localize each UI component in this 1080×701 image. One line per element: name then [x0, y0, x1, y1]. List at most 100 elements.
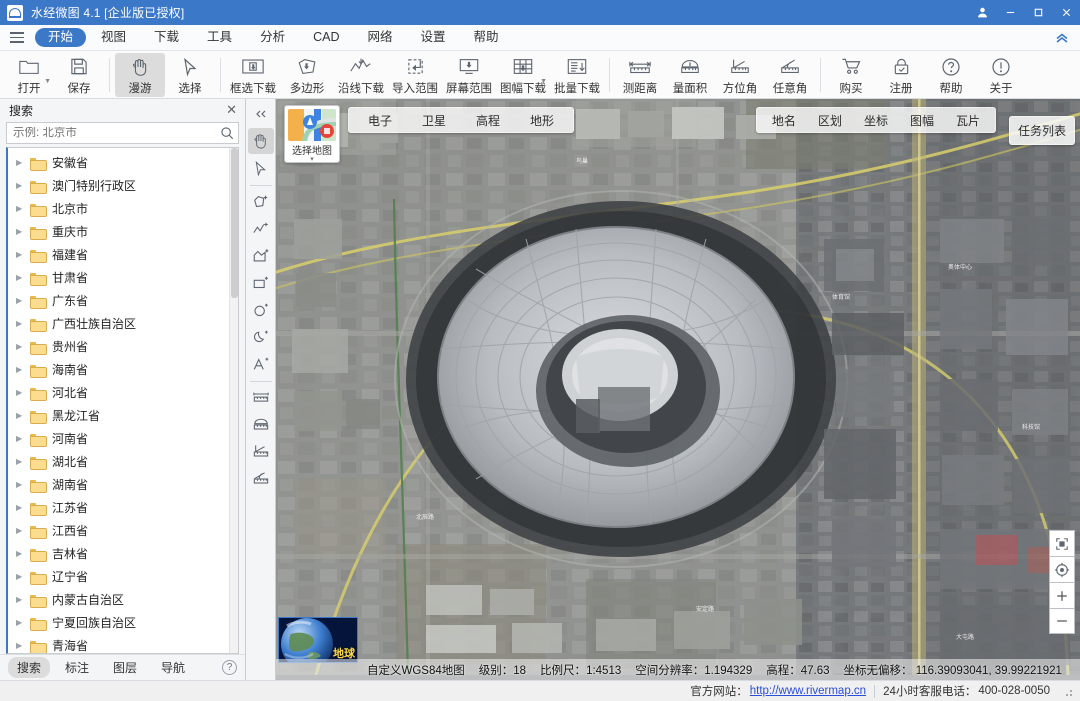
toolbar-buy-button[interactable]: 购买 [826, 53, 876, 97]
tab-search[interactable]: 搜索 [8, 657, 51, 678]
tab-coordinates[interactable]: 坐标 [853, 109, 899, 132]
expand-arrow-icon[interactable]: ▶ [16, 227, 30, 236]
expand-arrow-icon[interactable]: ▶ [16, 549, 30, 558]
tree-item[interactable]: ▶ 广西壮族自治区 [8, 312, 238, 335]
add-polygon-icon[interactable] [248, 189, 274, 215]
search-icon[interactable] [220, 126, 234, 140]
toolbar-angle-button[interactable]: 任意角 [765, 53, 815, 97]
tree-item[interactable]: ▶ 甘肃省 [8, 266, 238, 289]
add-arc-icon[interactable] [248, 324, 274, 350]
menu-item-view[interactable]: 视图 [88, 28, 139, 47]
expand-arrow-icon[interactable]: ▶ [16, 273, 30, 282]
expand-arrow-icon[interactable]: ▶ [16, 618, 30, 627]
tree-item[interactable]: ▶ 安徽省 [8, 151, 238, 174]
tree-item[interactable]: ▶ 宁夏回族自治区 [8, 611, 238, 634]
toolbar-measure-distance-button[interactable]: 测距离 [615, 53, 665, 97]
tree-item[interactable]: ▶ 江西省 [8, 519, 238, 542]
toolbar-save-button[interactable]: 保存 [54, 53, 104, 97]
add-circle-icon[interactable] [248, 297, 274, 323]
resize-grip-icon[interactable] [1062, 686, 1072, 696]
expand-arrow-icon[interactable]: ▶ [16, 388, 30, 397]
tree-item[interactable]: ▶ 湖北省 [8, 450, 238, 473]
satellite-imagery[interactable]: 鸟巢 体育馆 奥体中心 科技馆 安定路 北辰路 大屯路 [276, 99, 1080, 675]
measure-area-icon[interactable] [248, 412, 274, 438]
cursor-select-icon[interactable] [248, 155, 274, 181]
collapse-panel-icon[interactable] [248, 101, 274, 127]
expand-arrow-icon[interactable]: ▶ [16, 158, 30, 167]
add-text-icon[interactable] [248, 351, 274, 377]
expand-arrow-icon[interactable]: ▶ [16, 365, 30, 374]
chevron-down-icon[interactable]: ▾ [310, 156, 314, 163]
panel-help-icon[interactable]: ? [222, 660, 237, 675]
expand-arrow-icon[interactable]: ▶ [16, 572, 30, 581]
close-icon[interactable]: ✕ [224, 102, 239, 118]
add-rectangle-icon[interactable] [248, 270, 274, 296]
expand-arrow-icon[interactable]: ▶ [16, 319, 30, 328]
toolbar-import-range-button[interactable]: 导入范围 [388, 53, 442, 97]
tree-item[interactable]: ▶ 内蒙古自治区 [8, 588, 238, 611]
toolbar-rect-download-button[interactable]: 框选下载 [226, 53, 280, 97]
expand-arrow-icon[interactable]: ▶ [16, 526, 30, 535]
toolbar-pan-button[interactable]: 漫游 [115, 52, 165, 97]
toolbar-help-button[interactable]: 帮助 [926, 53, 976, 97]
measure-distance-icon[interactable] [248, 385, 274, 411]
official-site-link[interactable]: http://www.rivermap.cn [750, 685, 866, 697]
menu-item-network[interactable]: 网络 [354, 28, 405, 47]
tree-item[interactable]: ▶ 澳门特别行政区 [8, 174, 238, 197]
zoom-in-button[interactable] [1049, 582, 1075, 608]
tree-item[interactable]: ▶ 重庆市 [8, 220, 238, 243]
menu-item-tools[interactable]: 工具 [194, 28, 245, 47]
toolbar-batch-download-button[interactable]: 批量下载 [550, 53, 604, 97]
measure-angle-icon[interactable] [248, 466, 274, 492]
expand-arrow-icon[interactable]: ▶ [16, 434, 30, 443]
tab-navigation[interactable]: 导航 [152, 657, 194, 678]
expand-arrow-icon[interactable]: ▶ [16, 204, 30, 213]
tab-layers[interactable]: 图层 [104, 657, 146, 678]
tree-item[interactable]: ▶ 广东省 [8, 289, 238, 312]
chevron-down-icon[interactable]: ▼ [540, 78, 547, 85]
expand-arrow-icon[interactable]: ▶ [16, 457, 30, 466]
menu-item-help[interactable]: 帮助 [461, 28, 512, 47]
toolbar-polyline-download-button[interactable]: 沿线下载 [334, 53, 388, 97]
expand-arrow-icon[interactable]: ▶ [16, 595, 30, 604]
tree-item[interactable]: ▶ 河北省 [8, 381, 238, 404]
toolbar-bearing-button[interactable]: 方位角 [715, 53, 765, 97]
tree-item[interactable]: ▶ 青海省 [8, 634, 238, 653]
hand-pan-icon[interactable] [247, 128, 274, 154]
layer-tab-satellite[interactable]: 卫星 [407, 109, 461, 132]
tree-item[interactable]: ▶ 江苏省 [8, 496, 238, 519]
task-list-button[interactable]: 任务列表 [1008, 116, 1075, 145]
region-tree[interactable]: ▶ 安徽省 ▶ 澳门特别行政区 ▶ 北京市 ▶ 重庆市 ▶ 福建省 ▶ 甘肃省 ▶ 广东省 ▶ 广西壮族自治区… [6, 147, 239, 654]
tree-item[interactable]: ▶ 湖南省 [8, 473, 238, 496]
tree-item[interactable]: ▶ 贵州省 [8, 335, 238, 358]
menu-item-start[interactable]: 开始 [35, 28, 87, 47]
add-area-icon[interactable] [248, 243, 274, 269]
search-input[interactable] [13, 127, 220, 139]
menu-item-download[interactable]: 下载 [141, 28, 192, 47]
menu-icon[interactable] [0, 25, 34, 51]
add-polyline-icon[interactable] [248, 216, 274, 242]
layer-tab-elevation[interactable]: 高程 [461, 109, 515, 132]
toolbar-register-button[interactable]: 注册 [876, 53, 926, 97]
toolbar-sheet-download-button[interactable]: 图幅下载 ▼ [496, 53, 550, 97]
fullscreen-button[interactable] [1049, 530, 1075, 556]
collapse-ribbon-icon[interactable] [1054, 25, 1070, 51]
expand-arrow-icon[interactable]: ▶ [16, 641, 30, 650]
minimize-button[interactable] [996, 0, 1024, 25]
tab-tiles[interactable]: 瓦片 [945, 109, 991, 132]
toolbar-open-button[interactable]: 打开 ▼ [4, 53, 54, 97]
expand-arrow-icon[interactable]: ▶ [16, 296, 30, 305]
toolbar-screen-range-button[interactable]: 屏幕范围 [442, 53, 496, 97]
search-box[interactable] [6, 122, 239, 144]
expand-arrow-icon[interactable]: ▶ [16, 250, 30, 259]
map-viewport[interactable]: 鸟巢 体育馆 奥体中心 科技馆 安定路 北辰路 大屯路 选择地图 ▾ 电子 卫星… [276, 99, 1080, 680]
locate-button[interactable] [1049, 556, 1075, 582]
tab-map-sheets[interactable]: 图幅 [899, 109, 945, 132]
tree-scrollbar[interactable] [229, 148, 238, 653]
tree-item[interactable]: ▶ 吉林省 [8, 542, 238, 565]
measure-bearing-icon[interactable] [248, 439, 274, 465]
expand-arrow-icon[interactable]: ▶ [16, 342, 30, 351]
expand-arrow-icon[interactable]: ▶ [16, 480, 30, 489]
layer-tab-electronic[interactable]: 电子 [353, 109, 407, 132]
tab-districts[interactable]: 区划 [807, 109, 853, 132]
